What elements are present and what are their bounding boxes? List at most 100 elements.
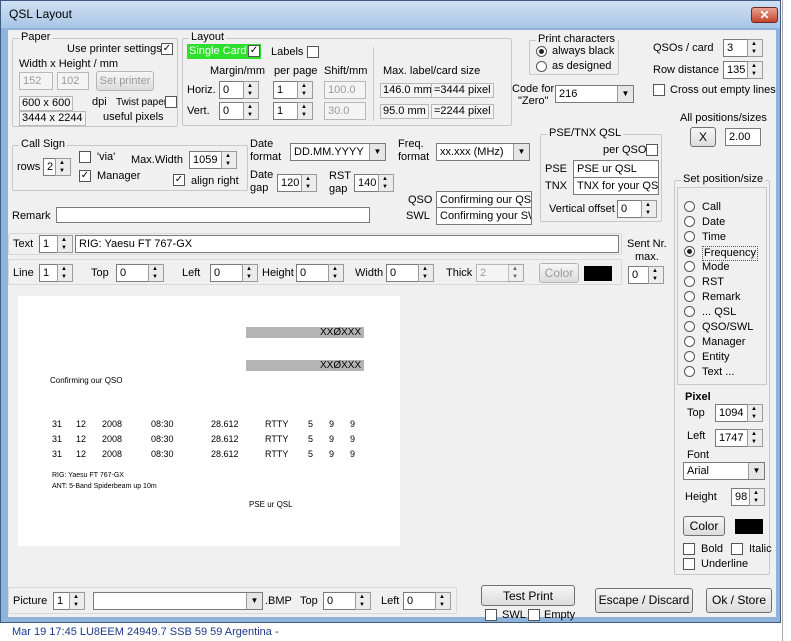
picture-file-select[interactable] [93, 592, 263, 610]
ok-store-button[interactable]: Ok / Store [706, 588, 772, 613]
margin-horiz-spinner[interactable] [243, 81, 259, 99]
close-button[interactable]: ✕ [751, 7, 778, 23]
margin-vert-spinner[interactable] [243, 102, 259, 120]
cross-out-checkbox[interactable] [653, 84, 665, 96]
radio-date[interactable] [684, 216, 695, 227]
swl-text-field[interactable]: Confirming your SWL [436, 207, 532, 225]
rst-gap-spinner[interactable] [378, 174, 394, 192]
width-height-label: Width x Height / mm [19, 58, 119, 70]
title-bar[interactable]: QSL Layout ✕ [1, 1, 780, 28]
paper-group: Paper Use printer settings ✓ Width x Hei… [12, 31, 178, 127]
line-left-spinner[interactable] [242, 264, 258, 282]
line-height-spinner[interactable] [328, 264, 344, 282]
per-qso-checkbox[interactable] [646, 144, 658, 156]
underline-checkbox[interactable] [683, 558, 695, 570]
bold-checkbox[interactable] [683, 543, 695, 555]
radio-call[interactable] [684, 201, 695, 212]
row1-month: 12 [76, 419, 87, 429]
picture-left-spinner[interactable] [435, 592, 451, 610]
font-label: Font [687, 449, 710, 461]
italic-checkbox[interactable] [731, 543, 743, 555]
set-printer-button[interactable]: Set printer [96, 71, 154, 91]
line-top-spinner[interactable] [148, 264, 164, 282]
line-label: Line [13, 267, 34, 279]
use-printer-settings-checkbox[interactable]: ✓ [161, 43, 173, 55]
max-height-mm: 95.0 mm [380, 104, 429, 119]
radio-qso-swl[interactable] [684, 321, 695, 332]
shift-vert-field[interactable]: 30.0 [324, 102, 366, 120]
row2-s: 9 [329, 434, 335, 444]
always-black-radio[interactable] [536, 46, 547, 57]
pixel-top-spinner[interactable] [747, 404, 763, 422]
chevron-down-icon[interactable]: ▼ [513, 144, 529, 160]
shift-horiz-field[interactable]: 100.0 [324, 81, 366, 99]
picture-top-spinner[interactable] [355, 592, 371, 610]
pixel-left-spinner[interactable] [747, 429, 763, 447]
all-positions-label: All positions/sizes [680, 112, 767, 124]
row2-freq: 28.612 [211, 434, 239, 444]
radio-mode[interactable] [684, 261, 695, 272]
twist-paper-checkbox[interactable] [165, 96, 177, 108]
radio-text[interactable] [684, 366, 695, 377]
line-color-button[interactable]: Color [539, 263, 579, 283]
test-print-swl-checkbox[interactable] [485, 609, 497, 621]
pse-field[interactable]: PSE ur QSL [573, 160, 659, 178]
remark-field[interactable] [56, 207, 370, 223]
font-height-spinner[interactable] [749, 488, 765, 506]
sent-nr-spinner[interactable] [648, 266, 664, 284]
test-print-button[interactable]: Test Print [481, 585, 575, 606]
paper-height-field[interactable]: 102 [57, 72, 89, 90]
qsl-card-preview[interactable]: XXØXXX XXØXXX Confirming our QSO 31 12 2… [18, 296, 400, 546]
line-index-spinner[interactable] [57, 264, 73, 282]
chevron-down-icon[interactable]: ▼ [748, 463, 764, 479]
radio-rst[interactable] [684, 276, 695, 287]
preview-rig-text: RIG: Yaesu FT 767-GX [52, 472, 124, 479]
text-index-spinner[interactable] [57, 235, 73, 253]
row3-month: 12 [76, 449, 87, 459]
vertical-offset-spinner[interactable] [641, 200, 657, 218]
align-right-checkbox[interactable]: ✓ [173, 174, 185, 186]
test-print-empty-checkbox[interactable] [528, 609, 540, 621]
row3-s: 9 [329, 449, 335, 459]
tnx-field[interactable]: TNX for your QSL [573, 177, 659, 195]
radio-entity[interactable] [684, 351, 695, 362]
single-card-checkbox[interactable]: ✓ [248, 45, 260, 57]
labels-checkbox[interactable] [307, 46, 319, 58]
qsos-per-card-spinner[interactable] [747, 39, 763, 57]
date-gap-spinner[interactable] [301, 174, 317, 192]
chevron-down-icon[interactable]: ▼ [369, 144, 385, 160]
row1-r: 5 [308, 419, 314, 429]
radio-frequency[interactable] [684, 246, 695, 257]
radio-qsl[interactable] [684, 306, 695, 317]
font-color-button[interactable]: Color [683, 516, 725, 536]
via-checkbox[interactable] [79, 151, 91, 163]
row-distance-spinner[interactable] [747, 61, 763, 79]
line-thick-spinner[interactable] [508, 264, 524, 282]
freq-format-label1: Freq. [398, 138, 424, 150]
rows-spinner[interactable] [55, 158, 71, 176]
layout-group: Layout Single Card ✓ Labels Margin/mm pe… [182, 31, 512, 126]
as-designed-label: as designed [552, 60, 612, 72]
radio-remark[interactable] [684, 291, 695, 302]
escape-discard-button[interactable]: Escape / Discard [595, 588, 693, 613]
all-positions-factor-field[interactable]: 2.00 [725, 128, 761, 146]
paper-width-field[interactable]: 152 [19, 72, 53, 90]
max-width-spinner[interactable] [221, 151, 237, 169]
chevron-down-icon[interactable]: ▼ [617, 86, 633, 102]
window-title: QSL Layout [9, 7, 72, 21]
row1-year: 2008 [102, 419, 123, 429]
row-distance-label: Row distance [653, 64, 720, 76]
all-positions-x-button[interactable]: X [690, 127, 716, 147]
manager-checkbox[interactable]: ✓ [79, 170, 91, 182]
text-content-field[interactable]: RIG: Yaesu FT 767-GX [75, 235, 619, 253]
row1-time: 08:30 [151, 419, 174, 429]
line-width-spinner[interactable] [418, 264, 434, 282]
picture-index-spinner[interactable] [69, 592, 85, 610]
as-designed-radio[interactable] [536, 61, 547, 72]
useful-pixels-label: useful pixels [103, 111, 164, 123]
chevron-down-icon[interactable]: ▼ [246, 593, 262, 609]
radio-time[interactable] [684, 231, 695, 242]
per-page-horiz-spinner[interactable] [297, 81, 313, 99]
per-page-vert-spinner[interactable] [297, 102, 313, 120]
radio-manager[interactable] [684, 336, 695, 347]
